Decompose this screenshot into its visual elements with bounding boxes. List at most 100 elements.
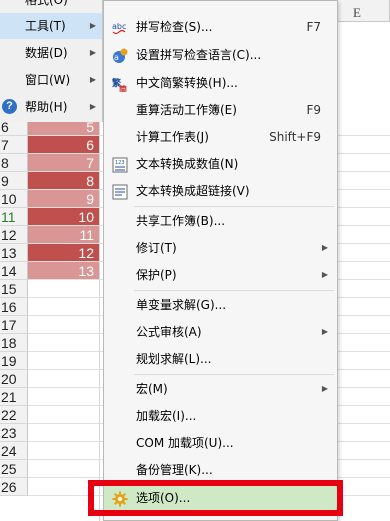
cell[interactable]: 8 — [28, 172, 99, 190]
menu-item-recalc-workbook-label: 重算活动工作簿(E) — [136, 103, 237, 117]
menu-format[interactable]: 格式(O) — [0, 0, 102, 13]
row-header[interactable]: 21 — [0, 388, 28, 406]
svg-text:a: a — [114, 53, 119, 62]
menu-item-protect[interactable]: 保护(P) ▶ — [104, 262, 337, 288]
row-header[interactable]: 14 — [0, 262, 28, 280]
row-header[interactable]: 20 — [0, 370, 28, 388]
cell[interactable]: 7 — [28, 154, 99, 172]
menu-help-label: 帮助(H) — [25, 100, 68, 114]
spell-check-icon: abc — [112, 19, 128, 35]
row-header[interactable]: 18 — [0, 334, 28, 352]
menu-item-formula-audit[interactable]: 公式审核(A) ▶ — [104, 319, 337, 345]
menu-separator — [134, 206, 334, 207]
cell[interactable]: 13 — [28, 262, 99, 280]
menu-item-text-to-link[interactable]: 文本转换成超链接(V) — [104, 178, 337, 204]
menu-help[interactable]: ? 帮助(H) ▶ — [0, 94, 102, 120]
row-header[interactable]: 19 — [0, 352, 28, 370]
menu-separator — [134, 374, 334, 375]
row-header[interactable]: 22 — [0, 406, 28, 424]
row-header[interactable]: 13 — [0, 244, 28, 262]
menu-item-backup[interactable]: 备份管理(K)... — [104, 457, 337, 483]
menu-item-addins-label: 加载宏(I)... — [136, 409, 197, 423]
shortcut: F9 — [306, 103, 321, 117]
menu-item-spell-check[interactable]: abc 拼写检查(S)... F7 — [104, 14, 337, 40]
text-to-link-icon — [112, 183, 128, 200]
row-header[interactable]: 11 — [0, 208, 28, 226]
language-icon: a — [112, 47, 128, 63]
chevron-right-icon: ▶ — [89, 75, 96, 84]
row-header[interactable]: 17 — [0, 316, 28, 334]
menu-item-revise-label: 修订(T) — [136, 241, 177, 255]
menu-item-addins[interactable]: 加载宏(I)... — [104, 403, 337, 429]
menu-item-calc-sheet[interactable]: 计算工作表(J) Shift+F9 — [104, 124, 337, 150]
row-header[interactable]: 12 — [0, 226, 28, 244]
shortcut: F7 — [306, 20, 321, 34]
menu-data[interactable]: 数据(D) ▶ — [0, 40, 102, 66]
row-header[interactable]: 8 — [0, 154, 28, 172]
menu-item-backup-label: 备份管理(K)... — [136, 463, 213, 477]
menu-item-spell-language[interactable]: a 设置拼写检查语言(C)... — [104, 42, 337, 68]
menu-data-label: 数据(D) — [25, 46, 68, 60]
row-header[interactable]: 10 — [0, 190, 28, 208]
menu-item-protect-label: 保护(P) — [136, 268, 177, 282]
menu-window-label: 窗口(W) — [25, 73, 71, 87]
cell[interactable]: 10 — [28, 208, 99, 226]
svg-text:简: 简 — [119, 84, 127, 92]
svg-text:123: 123 — [115, 160, 125, 166]
cell[interactable]: 12 — [28, 244, 99, 262]
cell[interactable]: 6 — [28, 136, 99, 154]
menu-item-goal-seek-label: 单变量求解(G)... — [136, 298, 227, 312]
menu-item-com-addins[interactable]: COM 加载项(U)... — [104, 430, 337, 456]
menu-window[interactable]: 窗口(W) ▶ — [0, 67, 102, 93]
row-header[interactable]: 16 — [0, 298, 28, 316]
chevron-right-icon: ▶ — [89, 48, 96, 57]
chevron-right-icon: ▶ — [321, 243, 328, 252]
menu-item-revise[interactable]: 修订(T) ▶ — [104, 235, 337, 261]
menu-tools-label: 工具(T) — [25, 19, 66, 33]
menu-item-recalc-workbook[interactable]: 重算活动工作簿(E) F9 — [104, 97, 337, 123]
menu-item-text-to-link-label: 文本转换成超链接(V) — [136, 184, 250, 198]
chevron-right-icon: ▶ — [89, 21, 96, 30]
menu-item-calc-sheet-label: 计算工作表(J) — [136, 130, 209, 144]
tools-submenu: abc 拼写检查(S)... F7 a 设置拼写检查语言(C)... 繁简 中文… — [103, 0, 338, 521]
menu-item-text-to-number[interactable]: 123 文本转换成数值(N) — [104, 151, 337, 177]
row-header[interactable]: 9 — [0, 172, 28, 190]
menu-format-label: 格式(O) — [25, 0, 68, 7]
menu-item-options-label: 选项(O)... — [136, 491, 191, 505]
menu-item-macro-label: 宏(M) — [136, 382, 168, 396]
menu-item-share-workbook-label: 共享工作簿(B)... — [136, 214, 226, 228]
translate-icon: 繁简 — [111, 75, 128, 94]
menu-item-options[interactable]: 选项(O)... — [104, 484, 337, 512]
menu-item-com-addins-label: COM 加载项(U)... — [136, 436, 234, 450]
menu-item-spell-check-label: 拼写检查(S)... — [136, 20, 213, 34]
row-header[interactable]: 7 — [0, 136, 28, 154]
menu-item-goal-seek[interactable]: 单变量求解(G)... — [104, 292, 337, 318]
cell[interactable]: 11 — [28, 226, 99, 244]
row-header[interactable]: 25 — [0, 460, 28, 478]
gear-icon — [112, 489, 128, 507]
menu-item-formula-audit-label: 公式审核(A) — [136, 325, 202, 339]
menu-item-macro[interactable]: 宏(M) ▶ — [104, 376, 337, 402]
main-menu: 格式(O) 工具(T) ▶ 数据(D) ▶ 窗口(W) ▶ ? 帮助(H) ▶ — [0, 0, 103, 122]
menu-separator — [134, 290, 334, 291]
chevron-right-icon: ▶ — [321, 270, 328, 279]
help-icon: ? — [2, 99, 17, 114]
chevron-right-icon: ▶ — [321, 327, 328, 336]
svg-text:abc: abc — [112, 22, 126, 31]
menu-item-trad-simp-label: 中文简繁转换(H)... — [136, 76, 238, 90]
menu-item-solver[interactable]: 规划求解(L)... — [104, 346, 337, 372]
cell[interactable]: 9 — [28, 190, 99, 208]
menu-item-trad-simp[interactable]: 繁简 中文简繁转换(H)... — [104, 70, 337, 96]
shortcut: Shift+F9 — [269, 130, 321, 144]
menu-tools[interactable]: 工具(T) ▶ — [0, 13, 102, 39]
row-header[interactable]: 26 — [0, 478, 28, 496]
row-header[interactable]: 15 — [0, 280, 28, 298]
menu-item-spell-language-label: 设置拼写检查语言(C)... — [136, 48, 262, 62]
chevron-right-icon: ▶ — [89, 102, 96, 111]
row-header[interactable]: 24 — [0, 442, 28, 460]
row-header[interactable]: 23 — [0, 424, 28, 442]
chevron-right-icon: ▶ — [321, 384, 328, 393]
text-to-number-icon: 123 — [112, 156, 128, 173]
menu-item-text-to-number-label: 文本转换成数值(N) — [136, 157, 239, 171]
menu-item-share-workbook[interactable]: 共享工作簿(B)... — [104, 208, 337, 234]
